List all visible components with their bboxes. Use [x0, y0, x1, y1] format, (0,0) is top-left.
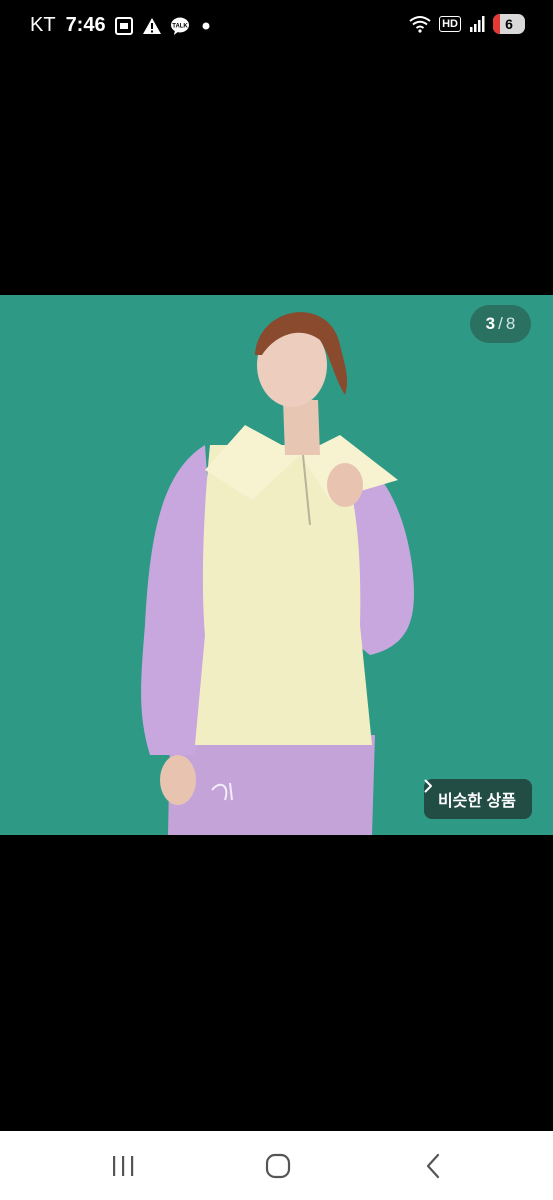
- back-icon: [426, 1153, 440, 1179]
- carrier-label: KT: [30, 14, 56, 36]
- kakaotalk-icon: TALK: [170, 17, 189, 35]
- similar-products-label: 비슷한 상품: [437, 793, 516, 810]
- status-bar: KT 7:46 TALK HD 6: [0, 0, 553, 52]
- recents-icon: [113, 1156, 134, 1176]
- dot-icon: [202, 22, 210, 29]
- battery-level: 6: [505, 16, 513, 32]
- recents-button[interactable]: [103, 1151, 143, 1181]
- similar-products-button[interactable]: 비슷한 상품: [423, 779, 532, 819]
- home-button[interactable]: [258, 1151, 298, 1181]
- clock: 7:46: [65, 14, 106, 36]
- counter-separator: /: [498, 314, 503, 333]
- kakao-label: TALK: [172, 23, 188, 29]
- back-button[interactable]: [413, 1151, 453, 1181]
- battery-indicator: 6: [493, 14, 525, 34]
- model-illustration: [0, 295, 553, 835]
- signal-icon: [470, 16, 485, 32]
- counter-current: 3: [485, 314, 496, 333]
- screenshot-icon: [114, 16, 133, 35]
- warning-icon: [142, 17, 161, 34]
- status-left: KT 7:46 TALK: [30, 14, 210, 37]
- status-right: HD 6: [409, 14, 525, 34]
- product-image[interactable]: 3 / 8 비슷한 상품: [0, 295, 553, 835]
- hd-badge: HD: [439, 16, 461, 32]
- wifi-icon: [409, 16, 431, 33]
- image-counter: 3 / 8: [470, 305, 531, 343]
- home-icon: [265, 1153, 291, 1179]
- chevron-right-icon: [424, 779, 432, 793]
- navigation-bar: [0, 1131, 553, 1200]
- counter-total: 8: [505, 314, 516, 333]
